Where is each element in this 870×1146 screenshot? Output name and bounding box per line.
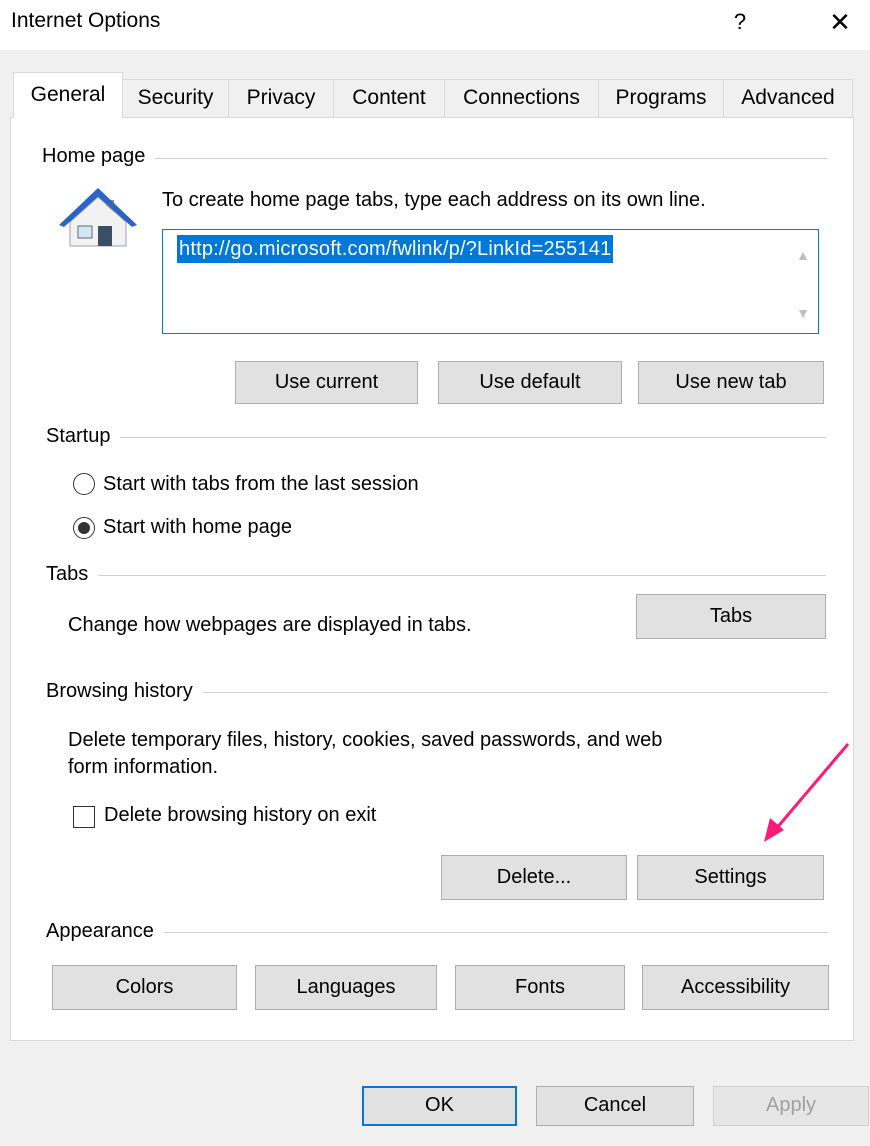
home-page-divider (42, 158, 828, 159)
window-title: Internet Options (11, 9, 161, 32)
tab-label: Advanced (741, 86, 835, 109)
help-button[interactable]: ? (726, 2, 754, 42)
button-label: Settings (694, 866, 767, 888)
delete-on-exit-checkbox[interactable] (73, 806, 95, 828)
tabs-description: Change how webpages are displayed in tab… (68, 614, 472, 636)
browsing-history-group-label: Browsing history (46, 680, 203, 703)
tab-programs[interactable]: Programs (598, 79, 724, 117)
button-label: Use current (274, 371, 379, 393)
tab-security[interactable]: Security (122, 79, 229, 117)
tab-label: Security (137, 86, 214, 109)
button-label: Use default (479, 371, 581, 393)
languages-button[interactable]: Languages (255, 965, 437, 1010)
delete-on-exit-label[interactable]: Delete browsing history on exit (104, 804, 376, 827)
appearance-group-label: Appearance (46, 920, 164, 943)
tab-label: Connections (463, 86, 580, 109)
last-session-label[interactable]: Start with tabs from the last session (103, 473, 419, 496)
button-label: Tabs (709, 605, 753, 627)
use-current-button[interactable]: Use current (235, 361, 418, 404)
button-label: Apply (765, 1094, 817, 1116)
tab-privacy[interactable]: Privacy (228, 79, 334, 117)
colors-button[interactable]: Colors (52, 965, 237, 1010)
apply-button[interactable]: Apply (713, 1086, 869, 1126)
tab-general[interactable]: General (13, 72, 123, 118)
button-label: OK (425, 1094, 454, 1116)
radio-last-session[interactable] (73, 473, 95, 495)
button-label: Colors (115, 976, 174, 998)
cancel-button[interactable]: Cancel (536, 1086, 694, 1126)
tab-content[interactable]: Content (333, 79, 445, 117)
browsing-history-description-line1: Delete temporary files, history, cookies… (68, 729, 663, 751)
scroll-down-icon[interactable]: ▼ (792, 302, 814, 324)
settings-button[interactable]: Settings (637, 855, 824, 900)
button-label: Use new tab (675, 371, 787, 393)
tab-advanced[interactable]: Advanced (723, 79, 853, 117)
home-icon (59, 188, 137, 247)
tab-label: General (30, 83, 106, 106)
startup-divider (46, 437, 826, 438)
home-page-address-value[interactable]: http://go.microsoft.com/fwlink/p/?LinkId… (177, 235, 614, 263)
radio-home-page[interactable] (73, 517, 95, 539)
annotation-arrow-icon (764, 743, 850, 842)
home-page-group-label: Home page (42, 145, 156, 168)
tabs-divider (46, 575, 826, 576)
tab-label: Privacy (246, 86, 316, 109)
button-label: Cancel (583, 1094, 647, 1116)
ok-button[interactable]: OK (362, 1086, 517, 1126)
browsing-history-description-line2: form information. (68, 756, 219, 778)
use-default-button[interactable]: Use default (438, 361, 622, 404)
tab-label: Programs (615, 86, 707, 109)
tab-connections[interactable]: Connections (444, 79, 599, 117)
tabs-settings-button[interactable]: Tabs (636, 594, 826, 639)
startup-group-label: Startup (46, 425, 121, 448)
scroll-up-icon[interactable]: ▲ (792, 244, 814, 266)
delete-button[interactable]: Delete... (441, 855, 627, 900)
tabs-group-label: Tabs (46, 563, 99, 586)
tab-label: Content (352, 86, 426, 109)
button-label: Delete... (496, 866, 572, 888)
home-page-instructions: To create home page tabs, type each addr… (162, 189, 706, 211)
button-label: Languages (296, 976, 396, 998)
button-label: Accessibility (681, 976, 790, 998)
home-page-address-field[interactable]: http://go.microsoft.com/fwlink/p/?LinkId… (162, 229, 819, 334)
home-page-option-label[interactable]: Start with home page (103, 516, 292, 539)
fonts-button[interactable]: Fonts (455, 965, 625, 1010)
button-label: Fonts (514, 976, 566, 998)
title-bar: Internet Options ? ✕ (0, 0, 870, 50)
accessibility-button[interactable]: Accessibility (642, 965, 829, 1010)
use-new-tab-button[interactable]: Use new tab (638, 361, 824, 404)
close-button[interactable]: ✕ (818, 2, 862, 42)
close-icon: ✕ (829, 7, 851, 37)
